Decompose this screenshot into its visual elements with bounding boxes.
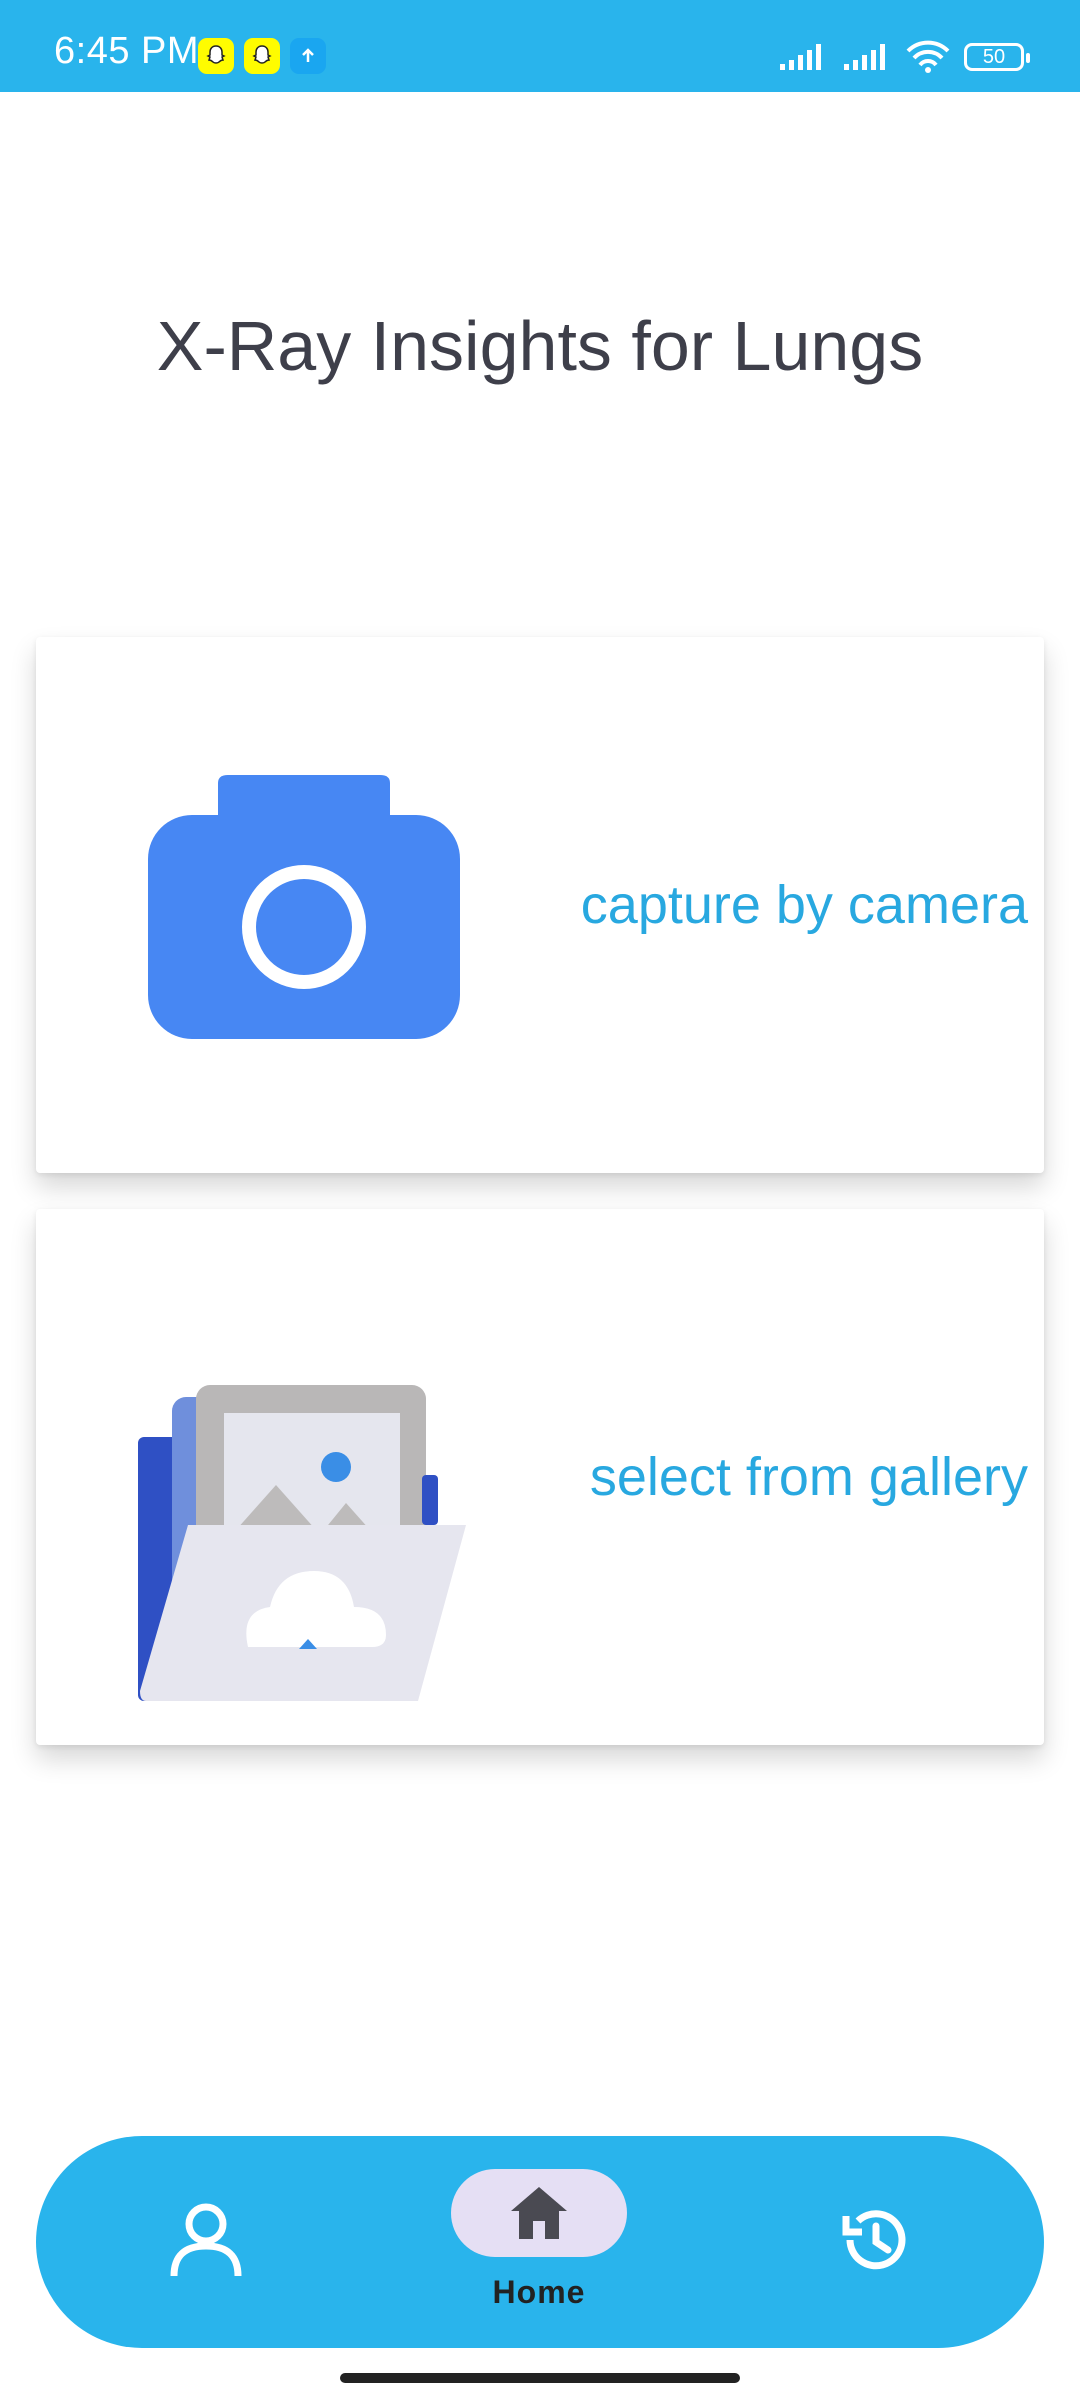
snapchat-icon [244, 38, 280, 74]
snapchat-icon [198, 38, 234, 74]
wifi-icon [906, 40, 950, 73]
capture-by-camera-label: capture by camera [580, 875, 1028, 935]
nav-home-button[interactable] [451, 2169, 627, 2257]
battery-icon: 50 [964, 43, 1030, 71]
history-icon [842, 2210, 906, 2270]
person-icon [170, 2203, 242, 2277]
status-indicators: 50 [778, 40, 1030, 74]
home-indicator[interactable] [340, 2373, 740, 2383]
nav-home-label: Home [492, 2274, 586, 2310]
camera-icon [148, 775, 460, 1039]
signal-icon [780, 44, 821, 70]
nav-history-button[interactable] [838, 2204, 910, 2276]
capture-by-camera-card[interactable]: capture by camera [36, 637, 1044, 1173]
status-bar: 6:45 PM 50 [0, 0, 1080, 92]
notification-icons [198, 38, 326, 74]
nav-profile-button[interactable] [166, 2200, 246, 2280]
home-icon [511, 2187, 567, 2239]
status-time: 6:45 PM [54, 30, 200, 72]
gallery-folder-icon [138, 1385, 466, 1701]
signal-icon [844, 44, 885, 70]
page-title: X-Ray Insights for Lungs [156, 307, 924, 385]
upload-icon [290, 38, 326, 74]
bottom-navigation-bar: Home [36, 2136, 1044, 2348]
select-from-gallery-card[interactable]: select from gallery [36, 1209, 1044, 1745]
select-from-gallery-label: select from gallery [589, 1447, 1028, 1507]
